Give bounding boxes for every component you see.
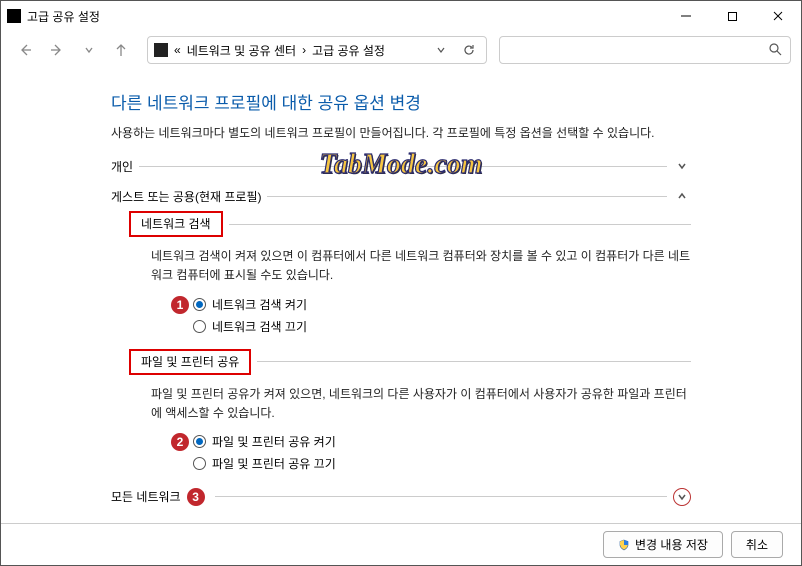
chevron-down-icon[interactable] xyxy=(673,488,691,506)
titlebar: 고급 공유 설정 xyxy=(1,1,801,31)
breadcrumb-icon xyxy=(154,43,168,57)
search-input[interactable] xyxy=(499,36,791,64)
close-button[interactable] xyxy=(755,1,801,31)
radio-label: 파일 및 프린터 공유 켜기 xyxy=(212,433,336,450)
file-printer-desc: 파일 및 프린터 공유가 켜져 있으면, 네트워크의 다른 사용자가 이 컴퓨터… xyxy=(151,385,691,423)
network-discovery-title: 네트워크 검색 xyxy=(129,211,223,237)
nav-back-button[interactable] xyxy=(11,36,39,64)
radio-file-printer-on[interactable]: 2 파일 및 프린터 공유 켜기 xyxy=(171,433,691,451)
divider xyxy=(139,166,667,167)
radio-label: 네트워크 검색 끄기 xyxy=(212,318,307,335)
radio-network-discovery-on[interactable]: 1 네트워크 검색 켜기 xyxy=(171,296,691,314)
section-private[interactable]: 개인 xyxy=(111,157,691,175)
annotation-badge-2: 2 xyxy=(171,433,189,451)
breadcrumb-history-button[interactable] xyxy=(430,45,452,55)
file-printer-title: 파일 및 프린터 공유 xyxy=(129,349,251,375)
refresh-button[interactable] xyxy=(458,43,480,57)
page-description: 사용하는 네트워크마다 별도의 네트워크 프로필이 만들어집니다. 각 프로필에… xyxy=(111,124,691,143)
annotation-badge-3: 3 xyxy=(187,488,205,506)
breadcrumb-sep: › xyxy=(302,43,306,57)
section-private-label: 개인 xyxy=(111,158,133,175)
chevron-down-icon[interactable] xyxy=(673,157,691,175)
breadcrumb-item-1[interactable]: 네트워크 및 공유 센터 xyxy=(187,42,296,59)
search-icon xyxy=(768,42,782,59)
radio-icon[interactable] xyxy=(193,435,206,448)
save-button-label: 변경 내용 저장 xyxy=(635,536,708,553)
annotation-badge-1: 1 xyxy=(171,296,189,314)
nav-forward-button[interactable] xyxy=(43,36,71,64)
window-controls xyxy=(663,1,801,31)
cancel-button-label: 취소 xyxy=(746,536,768,553)
divider xyxy=(267,196,667,197)
content-area: 다른 네트워크 프로필에 대한 공유 옵션 변경 사용하는 네트워크마다 별도의… xyxy=(1,69,801,528)
cancel-button[interactable]: 취소 xyxy=(731,531,783,558)
footer: 변경 내용 저장 취소 xyxy=(1,523,801,565)
section-guest-label: 게스트 또는 공용(현재 프로필) xyxy=(111,188,261,205)
section-all-label: 모든 네트워크 xyxy=(111,488,181,505)
shield-icon xyxy=(618,539,630,551)
window-title: 고급 공유 설정 xyxy=(27,8,100,25)
breadcrumb[interactable]: « 네트워크 및 공유 센터 › 고급 공유 설정 xyxy=(147,36,487,64)
nav-recent-button[interactable] xyxy=(75,36,103,64)
radio-network-discovery-off[interactable]: 네트워크 검색 끄기 xyxy=(193,318,691,335)
minimize-button[interactable] xyxy=(663,1,709,31)
breadcrumb-prefix: « xyxy=(174,43,181,57)
nav-up-button[interactable] xyxy=(107,36,135,64)
app-icon xyxy=(7,9,21,23)
radio-label: 네트워크 검색 켜기 xyxy=(212,296,307,313)
subsection-network-discovery: 네트워크 검색 xyxy=(111,211,691,237)
maximize-button[interactable] xyxy=(709,1,755,31)
subsection-file-printer: 파일 및 프린터 공유 xyxy=(111,349,691,375)
radio-icon[interactable] xyxy=(193,320,206,333)
divider xyxy=(257,361,691,362)
divider xyxy=(229,224,691,225)
page-title: 다른 네트워크 프로필에 대한 공유 옵션 변경 xyxy=(111,89,691,114)
navbar: « 네트워크 및 공유 센터 › 고급 공유 설정 xyxy=(1,31,801,69)
section-guest[interactable]: 게스트 또는 공용(현재 프로필) xyxy=(111,187,691,205)
radio-icon[interactable] xyxy=(193,457,206,470)
radio-file-printer-off[interactable]: 파일 및 프린터 공유 끄기 xyxy=(193,455,691,472)
radio-label: 파일 및 프린터 공유 끄기 xyxy=(212,455,336,472)
divider xyxy=(215,496,667,497)
network-discovery-desc: 네트워크 검색이 켜져 있으면 이 컴퓨터에서 다른 네트워크 컴퓨터와 장치를… xyxy=(151,247,691,285)
chevron-up-icon[interactable] xyxy=(673,187,691,205)
radio-icon[interactable] xyxy=(193,298,206,311)
save-button[interactable]: 변경 내용 저장 xyxy=(603,531,723,558)
section-all-networks[interactable]: 모든 네트워크 3 xyxy=(111,488,691,506)
breadcrumb-item-2[interactable]: 고급 공유 설정 xyxy=(312,42,385,59)
